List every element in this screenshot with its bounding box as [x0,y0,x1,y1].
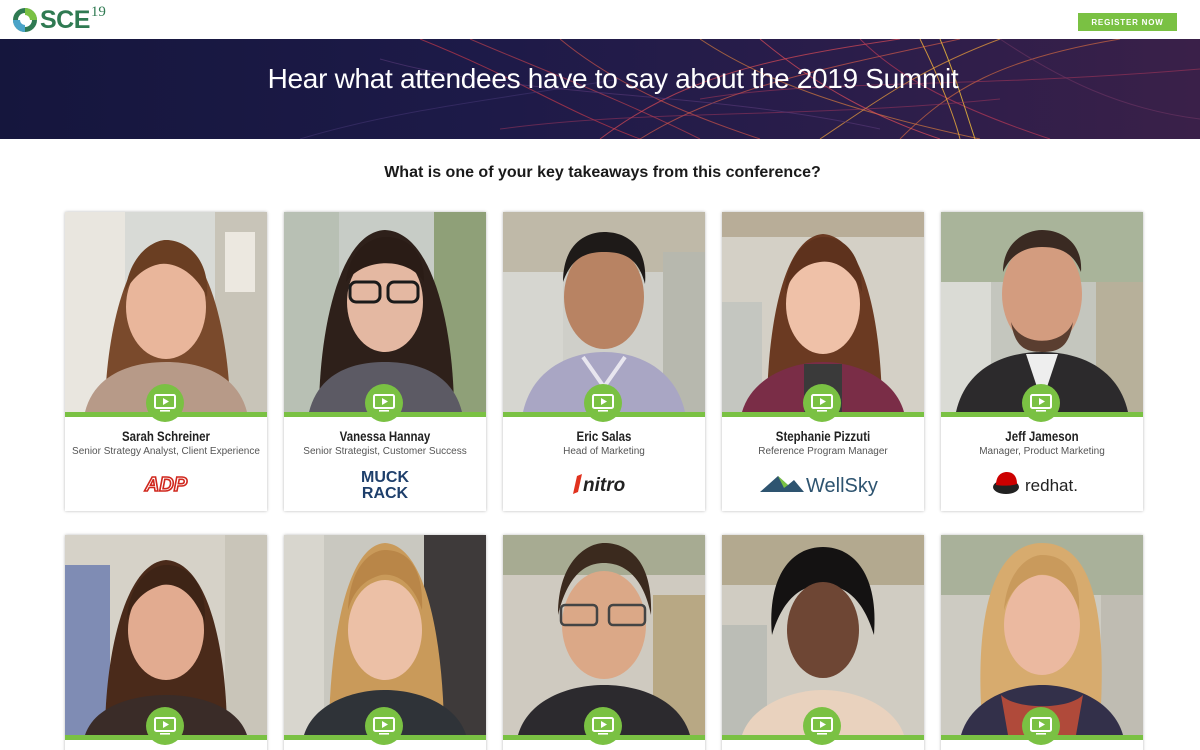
attendee-photo[interactable] [284,212,486,412]
hero-banner: Hear what attendees have to say about th… [0,39,1200,139]
attendee-card[interactable]: Eric Salas Head of Marketing nitro [503,212,705,511]
attendee-card[interactable] [941,535,1143,750]
video-play-icon [154,394,176,412]
attendee-name: Eric Salas [576,428,632,444]
attendee-card[interactable] [284,535,486,750]
logo-mark-icon [12,7,38,33]
attendee-card[interactable] [722,535,924,750]
attendee-photo[interactable] [722,212,924,412]
company-logo-wellsky: WellSky [722,464,924,504]
video-play-icon [811,717,833,735]
attendee-title: Senior Strategy Analyst, Client Experien… [72,446,260,457]
attendee-title: Head of Marketing [563,446,645,457]
attendee-photo[interactable] [941,212,1143,412]
video-play-button[interactable] [584,384,622,422]
attendee-title: Senior Strategist, Customer Success [303,446,467,457]
attendee-name: Vanessa Hannay [339,428,431,444]
video-play-button[interactable] [803,384,841,422]
attendee-name: Jeff Jameson [1005,428,1079,444]
svg-text:MUCKRACK: MUCK RACK [361,469,409,501]
attendee-name: Sarah Schreiner [121,428,211,444]
attendee-card[interactable] [65,535,267,750]
video-play-button[interactable] [1022,707,1060,745]
video-play-button[interactable] [365,384,403,422]
attendee-title: Reference Program Manager [758,446,888,457]
video-play-button[interactable] [365,707,403,745]
attendee-card[interactable]: Stephanie Pizzuti Reference Program Mana… [722,212,924,511]
attendee-photo[interactable] [65,212,267,412]
attendee-photo[interactable] [65,535,267,735]
svg-text:ADP: ADP [144,474,188,496]
video-play-icon [592,717,614,735]
company-logo-adp: ADP [65,464,267,504]
attendee-photo[interactable] [503,212,705,412]
video-play-button[interactable] [803,707,841,745]
video-play-button[interactable] [146,384,184,422]
company-logo-muckrack: MUCK RACK [284,464,486,504]
top-nav-bar: SCE 19 REGISTER NOW [0,0,1200,39]
video-play-icon [1030,394,1052,412]
logo-text: SCE [40,5,90,34]
video-play-icon [154,717,176,735]
logo-year: 19 [90,3,106,20]
attendee-card[interactable]: Vanessa Hannay Senior Strategist, Custom… [284,212,486,511]
attendee-photo[interactable] [503,535,705,735]
attendee-title: Manager, Product Marketing [979,446,1105,457]
attendee-name: Stephanie Pizzuti [775,428,871,444]
hero-title: Hear what attendees have to say about th… [267,63,959,94]
attendee-card[interactable]: Jeff Jameson Manager, Product Marketing … [941,212,1143,511]
attendee-card[interactable]: Sarah Schreiner Senior Strategy Analyst,… [65,212,267,511]
video-play-icon [373,717,395,735]
video-play-icon [592,394,614,412]
video-play-icon [1030,717,1052,735]
sce-logo[interactable]: SCE 19 [12,3,106,34]
attendee-photo[interactable] [941,535,1143,735]
video-play-button[interactable] [146,707,184,745]
attendee-photo[interactable] [722,535,924,735]
register-now-button[interactable]: REGISTER NOW [1078,13,1177,31]
attendee-card[interactable] [503,535,705,750]
attendee-photo[interactable] [284,535,486,735]
video-play-icon [811,394,833,412]
svg-text:nitro: nitro [583,475,625,496]
video-play-icon [373,394,395,412]
section-question: What is one of your key takeaways from t… [384,164,821,181]
svg-text:WellSky: WellSky [806,475,878,497]
video-play-button[interactable] [1022,384,1060,422]
video-play-button[interactable] [584,707,622,745]
company-logo-redhat: redhat. [941,464,1143,504]
company-logo-nitro: nitro [503,464,705,504]
svg-text:redhat.: redhat. [1025,476,1078,495]
